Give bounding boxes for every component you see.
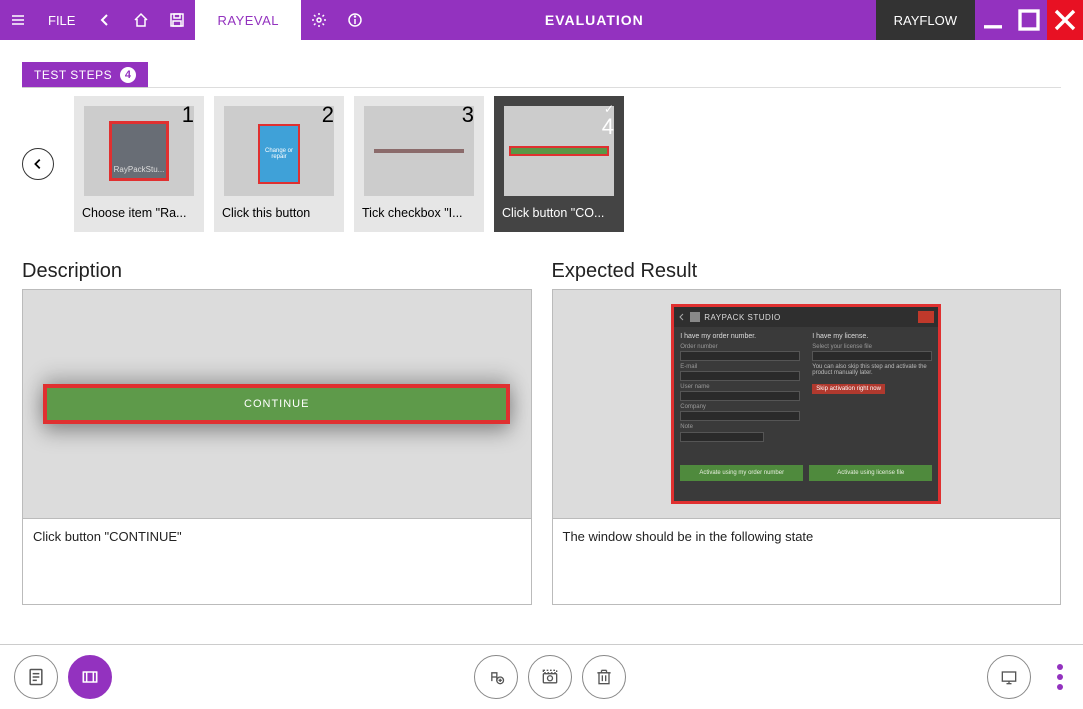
expected-activate-order-btn: Activate using my order number [680, 465, 803, 481]
home-button[interactable] [123, 0, 159, 40]
rayflow-button[interactable]: RAYFLOW [876, 0, 975, 40]
info-button[interactable] [337, 0, 373, 40]
description-title: Description [22, 260, 532, 283]
detail-panels: Description CONTINUE Click button "CONTI… [22, 260, 1061, 605]
step-thumb-3-caption: Tick checkbox "I... [354, 196, 484, 232]
settings-button[interactable] [301, 0, 337, 40]
expected-text[interactable]: The window should be in the following st… [552, 519, 1062, 605]
step-thumb-2-preview-text: Change or repair [260, 148, 298, 160]
step-thumb-4-caption: Click button "CO... [494, 196, 624, 232]
add-annotation-button[interactable] [474, 655, 518, 699]
description-image: CONTINUE [22, 289, 532, 519]
description-panel: Description CONTINUE Click button "CONTI… [22, 260, 532, 605]
step-thumb-1-preview-text: RayPackStu... [114, 165, 165, 178]
step-thumb-1[interactable]: RayPackStu... 1 Choose item "Ra... [74, 96, 204, 232]
step-thumb-4[interactable]: ✓ 4 Click button "CO... [494, 96, 624, 232]
description-text[interactable]: Click button "CONTINUE" [22, 519, 532, 605]
minimize-button[interactable] [975, 0, 1011, 40]
expected-dialog-mock: RAYPACK STUDIO I have my order number. O… [671, 304, 941, 504]
menu-icon[interactable] [0, 0, 36, 40]
titlebar-left: FILE RAYEVAL [0, 0, 373, 40]
file-menu[interactable]: FILE [36, 13, 87, 28]
expected-title: Expected Result [552, 260, 1062, 283]
step-thumb-1-number: 1 [182, 102, 194, 128]
test-steps-label: TEST STEPS [34, 68, 112, 82]
frames-view-button[interactable] [68, 655, 112, 699]
test-steps-header: TEST STEPS 4 [22, 62, 148, 88]
step-thumb-1-preview: RayPackStu... [84, 106, 194, 196]
tab-rayeval[interactable]: RAYEVAL [195, 0, 301, 40]
expected-panel: Expected Result RAYPACK STUDIO I have my… [552, 260, 1062, 605]
test-steps-count: 4 [120, 67, 136, 83]
step-thumb-4-number: 4 [602, 114, 614, 140]
step-thumb-3[interactable]: 3 Tick checkbox "I... [354, 96, 484, 232]
step-thumb-2-caption: Click this button [214, 196, 344, 232]
work-area: TEST STEPS 4 RayPackStu... 1 Choose item… [0, 40, 1083, 644]
expected-dialog-close-icon [918, 311, 934, 323]
display-mode-button[interactable] [987, 655, 1031, 699]
back-button[interactable] [87, 0, 123, 40]
prev-step-button[interactable] [22, 148, 54, 180]
titlebar: FILE RAYEVAL EVALUATION RAYFLOW [0, 0, 1083, 40]
capture-button[interactable] [528, 655, 572, 699]
maximize-button[interactable] [1011, 0, 1047, 40]
step-thumb-2-preview: Change or repair [224, 106, 334, 196]
continue-bar: CONTINUE [47, 388, 506, 420]
close-button[interactable] [1047, 0, 1083, 40]
delete-button[interactable] [582, 655, 626, 699]
bottom-toolbar [0, 644, 1083, 709]
step-thumb-1-caption: Choose item "Ra... [74, 196, 204, 232]
expected-activate-file-btn: Activate using license file [809, 465, 932, 481]
titlebar-right: RAYFLOW [876, 0, 1083, 40]
document-view-button[interactable] [14, 655, 58, 699]
more-button[interactable] [1051, 658, 1069, 696]
window-title: EVALUATION [373, 12, 876, 28]
step-thumb-3-preview [364, 106, 474, 196]
expected-right-heading: I have my license. [812, 333, 932, 340]
step-thumb-2[interactable]: Change or repair 2 Click this button [214, 96, 344, 232]
test-steps-thumbnails: RayPackStu... 1 Choose item "Ra... Chang… [22, 96, 1061, 232]
step-thumb-2-number: 2 [322, 102, 334, 128]
expected-dialog-title: RAYPACK STUDIO [704, 313, 781, 322]
expected-image: RAYPACK STUDIO I have my order number. O… [552, 289, 1062, 519]
step-thumb-3-number: 3 [462, 102, 474, 128]
step-thumb-4-preview [504, 106, 614, 196]
save-button[interactable] [159, 0, 195, 40]
expected-left-heading: I have my order number. [680, 333, 800, 340]
expected-skip-btn: Skip activation right now [812, 384, 885, 394]
